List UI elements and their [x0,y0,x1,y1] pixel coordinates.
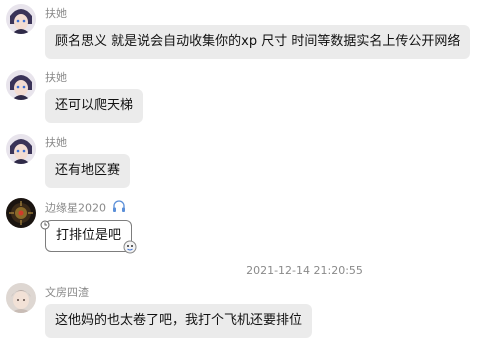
sender-name: 边缘星2020 [45,200,126,217]
avatar[interactable] [6,198,36,228]
avatar[interactable] [6,134,36,164]
sender-name: 扶她 [45,136,67,149]
sender-name: 文房四渣 [45,286,89,299]
message-bubble[interactable]: 这他妈的也太卷了吧，我打个飞机还要排位 [45,304,313,338]
message-bubble[interactable]: 顾名思义 就是说会自动收集你的xp 尺寸 时间等数据实名上传公开网络 [45,25,471,59]
avatar[interactable] [6,70,36,100]
sender-name: 扶她 [45,71,67,84]
headphones-icon [112,200,126,217]
avatar[interactable] [6,283,36,313]
sender-name-text: 边缘星2020 [45,201,106,215]
avatar[interactable] [6,4,36,34]
bubble-decoration-icon [123,239,137,258]
sender-name: 扶她 [45,7,67,20]
timestamp: 2021-12-14 21:20:55 [246,264,363,277]
message-bubble[interactable]: 还可以爬天梯 [45,89,144,123]
clock-icon [40,215,50,234]
message-bubble[interactable]: 打排位是吧 [45,220,133,252]
message-bubble[interactable]: 还有地区赛 [45,154,131,188]
